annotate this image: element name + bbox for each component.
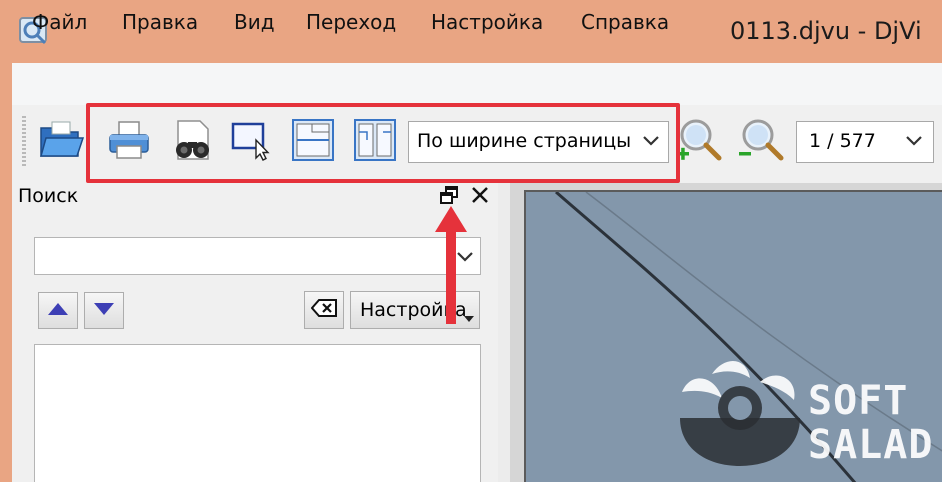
annotation-arrow-icon	[434, 206, 468, 330]
search-panel-title: Поиск	[18, 185, 79, 207]
menu-go[interactable]: Переход	[306, 10, 396, 34]
page-indicator: 1 / 577	[809, 130, 876, 152]
watermark-line-salad: SALAD	[808, 422, 934, 468]
toolbar-grip[interactable]	[22, 116, 26, 166]
zoom-out-icon	[736, 116, 786, 164]
menu-settings[interactable]: Настройка	[431, 10, 543, 34]
watermark-line-soft: SOFT	[808, 378, 909, 424]
find-previous-button[interactable]	[38, 292, 78, 329]
salad-bowl-logo-icon	[680, 360, 800, 466]
chevron-down-icon	[905, 133, 923, 153]
page-number-select[interactable]: 1 / 577	[796, 121, 934, 163]
triangle-down-icon	[93, 301, 115, 320]
panel-splitter[interactable]	[498, 183, 510, 482]
softsalad-watermark	[676, 356, 806, 470]
menu-help[interactable]: Справка	[581, 10, 669, 34]
menu-view[interactable]: Вид	[234, 10, 275, 34]
open-button[interactable]	[38, 116, 84, 164]
zoom-out-button[interactable]	[738, 116, 784, 164]
close-panel-icon[interactable]	[470, 185, 490, 209]
menu-bar	[12, 63, 942, 105]
toolbar-highlight-annotation	[86, 103, 680, 183]
clear-search-button[interactable]	[304, 291, 344, 329]
zoom-in-button[interactable]	[676, 116, 722, 164]
zoom-in-icon	[674, 116, 724, 164]
float-panel-icon[interactable]	[440, 186, 458, 208]
menu-file[interactable]: Файл	[32, 10, 87, 34]
search-panel-header	[12, 183, 498, 211]
clear-input-icon	[310, 299, 337, 321]
search-input[interactable]	[34, 237, 481, 275]
menu-edit[interactable]: Правка	[122, 10, 198, 34]
open-folder-icon	[38, 118, 84, 162]
window-title: 0113.djvu - DjVi	[730, 17, 922, 45]
search-results-list[interactable]	[34, 344, 481, 482]
find-next-button[interactable]	[84, 292, 124, 329]
triangle-up-icon	[47, 301, 69, 320]
